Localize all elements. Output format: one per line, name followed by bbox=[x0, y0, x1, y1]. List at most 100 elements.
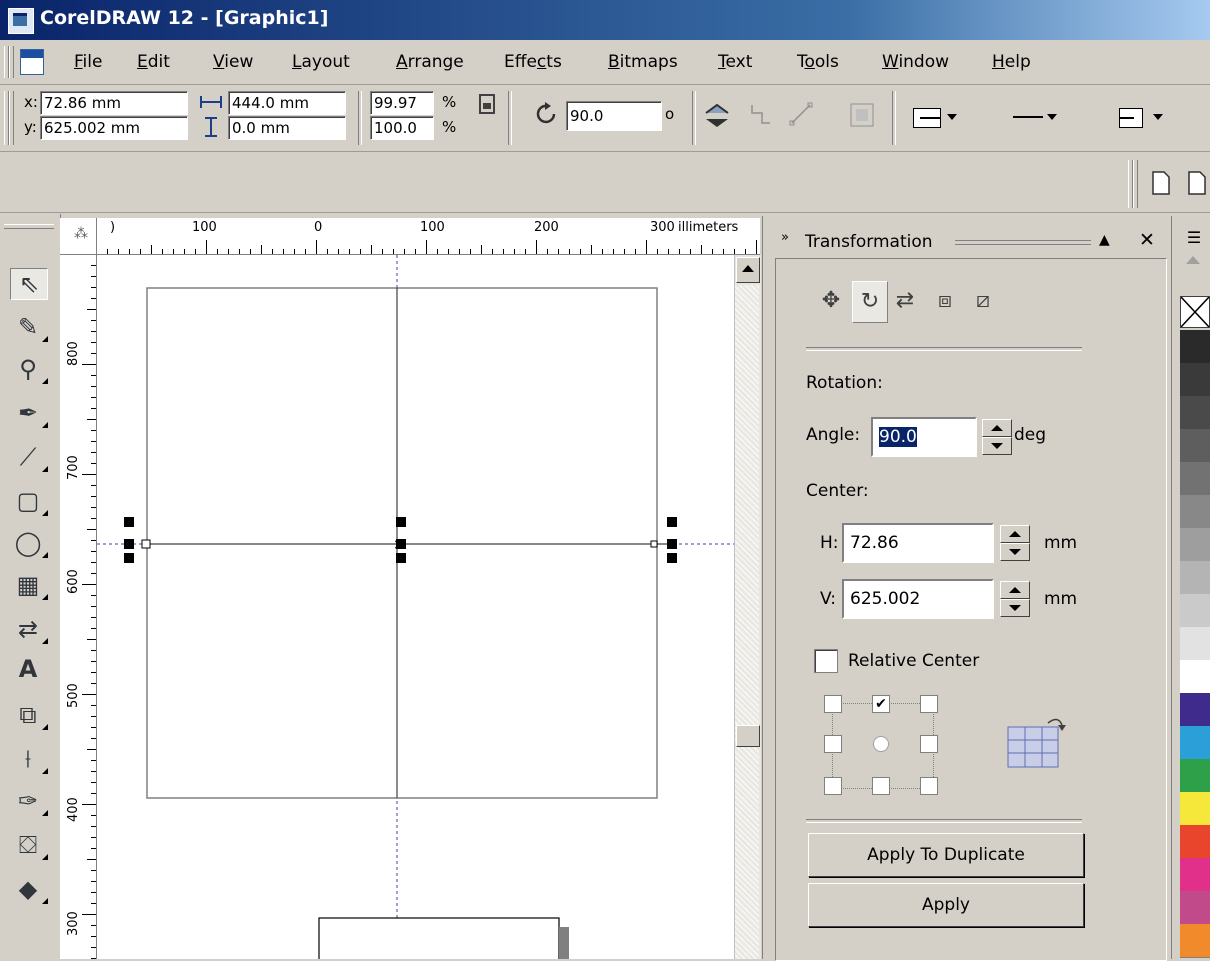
wrap-text-button[interactable] bbox=[848, 101, 874, 127]
rectangle-tool[interactable]: ▢ bbox=[10, 486, 48, 516]
node-handle[interactable] bbox=[650, 540, 658, 548]
color-swatch[interactable] bbox=[1180, 561, 1210, 595]
object-rectangle[interactable] bbox=[318, 917, 560, 959]
collapse-icon[interactable]: ▲ bbox=[1099, 232, 1110, 248]
pick-tool[interactable]: ⇖ bbox=[10, 268, 48, 300]
color-swatch[interactable] bbox=[1180, 330, 1210, 364]
document-icon[interactable] bbox=[20, 49, 44, 75]
docker-expand-icon[interactable]: » bbox=[781, 230, 789, 245]
anchor-top-left[interactable] bbox=[824, 695, 842, 713]
canvas-vertical-scrollbar[interactable] bbox=[734, 255, 761, 959]
lock-ratio-button[interactable] bbox=[474, 91, 500, 117]
ruler-origin[interactable]: ⁂ bbox=[60, 218, 97, 255]
center-v-field[interactable]: 625.002 bbox=[842, 579, 994, 619]
close-icon[interactable]: ✕ bbox=[1139, 229, 1155, 251]
zoom-tool[interactable]: ⚲ bbox=[10, 354, 48, 384]
menu-layout[interactable]: Layout bbox=[292, 52, 350, 72]
scroll-track[interactable] bbox=[735, 285, 759, 743]
angle-field[interactable]: 90.0 bbox=[871, 417, 977, 457]
center-h-spinner[interactable] bbox=[1000, 525, 1030, 561]
size-tab[interactable]: ⧈ bbox=[928, 281, 962, 321]
menu-window[interactable]: Window bbox=[882, 52, 949, 72]
scroll-thumb[interactable] bbox=[736, 725, 760, 747]
spinner-down-button[interactable] bbox=[1000, 543, 1030, 561]
anchor-middle-left[interactable] bbox=[824, 735, 842, 753]
color-swatch[interactable] bbox=[1180, 462, 1210, 496]
node-handle[interactable] bbox=[141, 539, 151, 549]
palette-menu-icon[interactable]: ☰ bbox=[1180, 224, 1208, 252]
menu-arrange[interactable]: Arrange bbox=[396, 52, 464, 72]
height-field[interactable]: 0.0 mm bbox=[228, 116, 346, 140]
freehand-tool[interactable]: ✒ bbox=[10, 398, 48, 428]
anchor-bottom-right[interactable] bbox=[920, 777, 938, 795]
open-document-icon[interactable] bbox=[1186, 170, 1210, 196]
scale-x-field[interactable]: 99.97 bbox=[370, 91, 434, 115]
color-swatch[interactable] bbox=[1180, 594, 1210, 628]
new-document-icon[interactable] bbox=[1150, 170, 1172, 196]
menu-tools[interactable]: Tools bbox=[797, 52, 839, 72]
anchor-bottom-center[interactable] bbox=[872, 777, 890, 795]
drawing-canvas[interactable]: × bbox=[97, 255, 734, 959]
ellipse-tool[interactable]: ◯ bbox=[10, 528, 48, 558]
relative-center-checkbox[interactable] bbox=[814, 649, 838, 673]
fill-tool[interactable]: ⛋ bbox=[10, 830, 48, 860]
color-swatch[interactable] bbox=[1180, 726, 1210, 760]
menu-help[interactable]: Help bbox=[992, 52, 1031, 72]
menu-effects[interactable]: Effects bbox=[504, 52, 562, 72]
menu-bitmaps[interactable]: Bitmaps bbox=[608, 52, 678, 72]
app-icon[interactable] bbox=[8, 8, 34, 34]
line-style-dropdown[interactable] bbox=[1006, 101, 1066, 133]
color-swatch[interactable] bbox=[1180, 363, 1210, 397]
color-swatch[interactable] bbox=[1180, 693, 1210, 727]
arrow-end-dropdown[interactable] bbox=[1112, 101, 1172, 133]
width-field[interactable]: 444.0 mm bbox=[228, 91, 346, 115]
anchor-middle-right[interactable] bbox=[920, 735, 938, 753]
palette-scroll-up-icon[interactable] bbox=[1186, 256, 1200, 264]
color-swatch[interactable] bbox=[1180, 858, 1210, 892]
color-swatch[interactable] bbox=[1180, 792, 1210, 826]
angle-spinner[interactable] bbox=[982, 419, 1012, 455]
spinner-up-button[interactable] bbox=[1000, 525, 1030, 543]
interactive-blend-tool[interactable]: ⧉ bbox=[10, 700, 48, 730]
mirror-button[interactable] bbox=[702, 101, 729, 127]
arrow-start-dropdown[interactable] bbox=[906, 101, 966, 133]
color-swatch[interactable] bbox=[1180, 528, 1210, 562]
spinner-up-button[interactable] bbox=[982, 419, 1012, 437]
scale-y-field[interactable]: 100.0 bbox=[370, 116, 434, 140]
color-swatch[interactable] bbox=[1180, 429, 1210, 463]
center-v-spinner[interactable] bbox=[1000, 581, 1030, 617]
text-tool[interactable]: A bbox=[10, 654, 46, 684]
skew-tab[interactable]: ⧄ bbox=[966, 281, 1000, 321]
apply-button[interactable]: Apply bbox=[808, 883, 1084, 927]
smart-drawing-tool[interactable]: ⟋ bbox=[10, 442, 48, 472]
anchor-bottom-left[interactable] bbox=[824, 777, 842, 795]
eyedropper-tool[interactable]: ⟊ bbox=[10, 744, 48, 774]
spinner-up-button[interactable] bbox=[1000, 581, 1030, 599]
rotation-angle-field[interactable]: 90.0 bbox=[566, 101, 662, 131]
to-curves-button[interactable] bbox=[748, 101, 774, 127]
apply-to-duplicate-button[interactable]: Apply To Duplicate bbox=[808, 833, 1084, 877]
horizontal-ruler[interactable]: ) 100 0 100 200 300 illimeters bbox=[60, 218, 760, 255]
anchor-center[interactable] bbox=[873, 736, 889, 752]
color-swatch[interactable] bbox=[1180, 924, 1210, 958]
spinner-down-button[interactable] bbox=[1000, 599, 1030, 617]
color-swatch[interactable] bbox=[1180, 495, 1210, 529]
menu-text[interactable]: Text bbox=[718, 52, 752, 72]
shape-tool[interactable]: ✎ bbox=[10, 312, 48, 342]
center-h-field[interactable]: 72.86 bbox=[842, 523, 994, 563]
menu-view[interactable]: View bbox=[213, 52, 253, 72]
graph-paper-tool[interactable]: ▦ bbox=[10, 570, 48, 600]
y-position-field[interactable]: 625.002 mm bbox=[40, 116, 188, 140]
color-swatch[interactable] bbox=[1180, 627, 1210, 661]
anchor-top-right[interactable] bbox=[920, 695, 938, 713]
menu-edit[interactable]: Edit bbox=[137, 52, 170, 72]
interactive-fill-tool[interactable]: ◆ bbox=[10, 874, 48, 904]
line-button[interactable] bbox=[788, 101, 814, 127]
x-position-field[interactable]: 72.86 mm bbox=[40, 91, 188, 115]
rotate-tab[interactable]: ↻ bbox=[852, 281, 888, 323]
spinner-down-button[interactable] bbox=[982, 437, 1012, 455]
color-swatch[interactable] bbox=[1180, 825, 1210, 859]
scale-mirror-tab[interactable]: ⇄ bbox=[888, 281, 922, 321]
color-swatch[interactable] bbox=[1180, 759, 1210, 793]
basic-shapes-tool[interactable]: ⇄ bbox=[10, 614, 48, 644]
